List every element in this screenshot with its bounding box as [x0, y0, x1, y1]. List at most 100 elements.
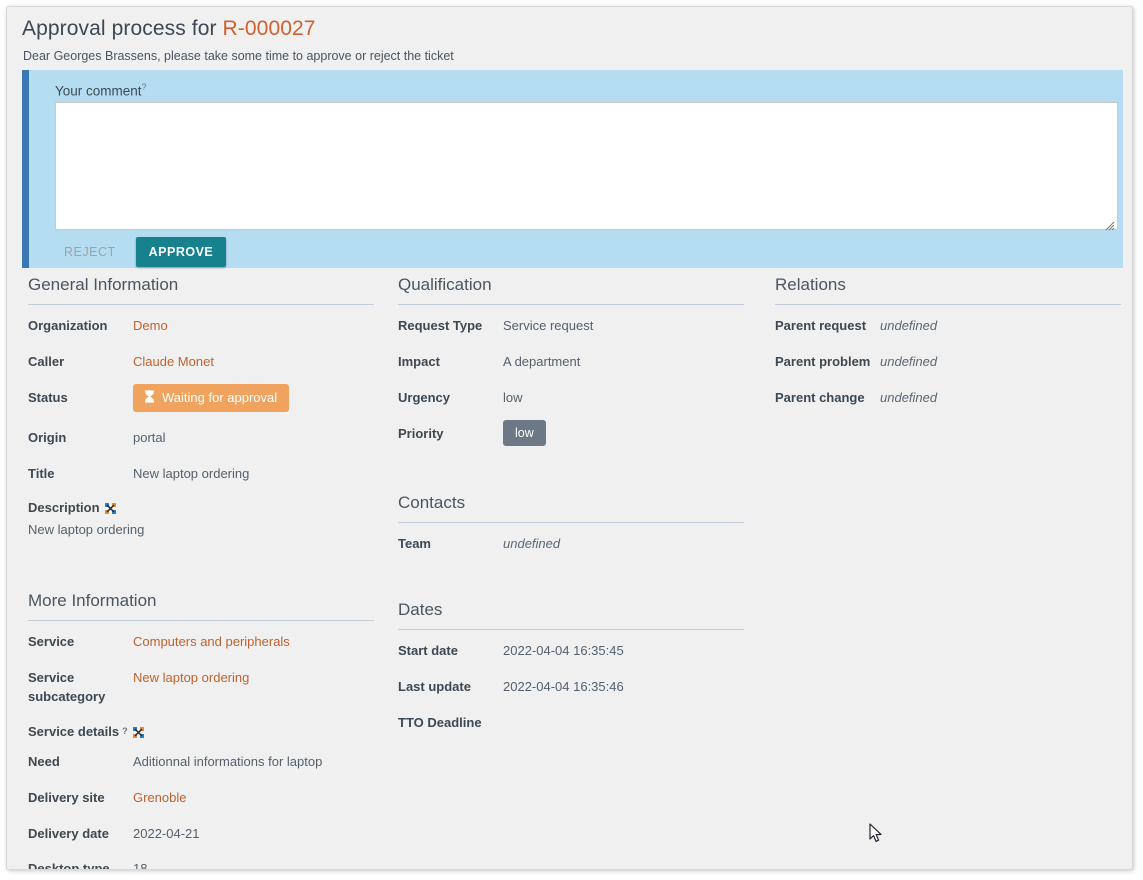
field-label: Delivery date	[28, 825, 133, 844]
service-details-header: Service details?	[22, 724, 374, 739]
field-label: Caller	[28, 353, 133, 372]
field-label: Desktop type	[28, 860, 133, 870]
field-value-caller[interactable]: Claude Monet	[133, 353, 214, 372]
qualification-section: Qualification Request Type Service reque…	[392, 275, 744, 446]
field-label: Delivery site	[28, 789, 133, 808]
field-desktop-type: Desktop type 18	[22, 860, 374, 870]
field-title: Title New laptop ordering	[22, 465, 374, 484]
field-label: Status	[28, 389, 133, 408]
field-label: Need	[28, 753, 133, 772]
service-details-label: Service details?	[28, 724, 374, 739]
field-value-title: New laptop ordering	[133, 465, 249, 484]
field-value-organization[interactable]: Demo	[133, 317, 168, 336]
field-value-start-date: 2022-04-04 16:35:45	[503, 642, 624, 661]
field-service-subcategory: Service subcategory New laptop ordering	[22, 669, 374, 707]
field-status: Status Waiting for approval	[22, 389, 374, 412]
dates-section: Dates Start date 2022-04-04 16:35:45 Las…	[392, 600, 744, 733]
field-request-type: Request Type Service request	[392, 317, 744, 336]
field-value-parent-problem: undefined	[880, 353, 937, 372]
field-tto-deadline: TTO Deadline	[392, 714, 744, 733]
field-value-parent-request: undefined	[880, 317, 937, 336]
comment-input[interactable]	[55, 102, 1118, 230]
section-divider	[398, 629, 744, 630]
page-subtitle: Dear Georges Brassens, please take some …	[23, 49, 454, 63]
field-value-impact: A department	[503, 353, 580, 372]
help-icon[interactable]: ?	[122, 726, 128, 736]
field-label: Parent change	[775, 389, 880, 408]
general-information-section: General Information Organization Demo Ca…	[22, 275, 374, 537]
field-label: Title	[28, 465, 133, 484]
contacts-section: Contacts Team undefined	[392, 493, 744, 554]
comment-label-text: Your comment	[55, 84, 142, 99]
field-label: Priority	[398, 425, 503, 444]
field-label: Origin	[28, 429, 133, 448]
hourglass-icon	[144, 390, 155, 406]
field-parent-problem: Parent problem undefined	[769, 353, 1121, 372]
priority-badge: low	[503, 420, 546, 446]
field-value-desktop-type: 18	[133, 860, 147, 870]
help-icon[interactable]: ?	[142, 82, 147, 92]
section-divider	[398, 522, 744, 523]
field-label: Parent problem	[775, 353, 880, 372]
more-information-section: More Information Service Computers and p…	[22, 591, 374, 870]
field-label: Urgency	[398, 389, 503, 408]
collapse-icon[interactable]	[105, 502, 116, 513]
page-frame: Approval process for R-000027 Dear Georg…	[6, 6, 1133, 870]
field-value-parent-change: undefined	[880, 389, 937, 408]
field-value-last-update: 2022-04-04 16:35:46	[503, 678, 624, 697]
section-divider	[775, 304, 1121, 305]
field-label: Service subcategory	[28, 669, 133, 707]
dates-title: Dates	[392, 600, 744, 629]
description-label: Description	[28, 500, 374, 515]
approval-comment-panel: Your comment? REJECT APPROVE	[22, 70, 1123, 268]
field-value-urgency: low	[503, 389, 523, 408]
field-label: Service	[28, 633, 133, 652]
field-origin: Origin portal	[22, 429, 374, 448]
field-label: TTO Deadline	[398, 714, 503, 733]
field-label: Request Type	[398, 317, 503, 336]
field-label: Last update	[398, 678, 503, 697]
field-value-delivery-date: 2022-04-21	[133, 825, 200, 844]
reject-button[interactable]: REJECT	[55, 238, 125, 266]
field-delivery-date: Delivery date 2022-04-21	[22, 825, 374, 844]
field-value-request-type: Service request	[503, 317, 593, 336]
field-label: Start date	[398, 642, 503, 661]
field-start-date: Start date 2022-04-04 16:35:45	[392, 642, 744, 661]
contacts-title: Contacts	[392, 493, 744, 522]
field-parent-change: Parent change undefined	[769, 389, 1121, 408]
page-title-prefix: Approval process for	[22, 17, 217, 40]
field-last-update: Last update 2022-04-04 16:35:46	[392, 678, 744, 697]
field-delivery-site: Delivery site Grenoble	[22, 789, 374, 808]
field-organization: Organization Demo	[22, 317, 374, 336]
field-priority: Priority low	[392, 425, 744, 446]
page-title: Approval process for R-000027	[22, 17, 316, 41]
approve-button[interactable]: APPROVE	[136, 237, 227, 267]
ticket-reference[interactable]: R-000027	[223, 17, 316, 40]
field-need: Need Aditionnal informations for laptop	[22, 753, 374, 772]
status-badge: Waiting for approval	[133, 384, 289, 412]
general-information-title: General Information	[22, 275, 374, 304]
relations-title: Relations	[769, 275, 1121, 304]
field-label: Impact	[398, 353, 503, 372]
description-label-text: Description	[28, 500, 100, 515]
field-caller: Caller Claude Monet	[22, 353, 374, 372]
relations-section: Relations Parent request undefined Paren…	[769, 275, 1121, 408]
status-badge-label: Waiting for approval	[162, 390, 277, 405]
field-label: Parent request	[775, 317, 880, 336]
service-details-label-text: Service details	[28, 724, 119, 739]
field-value-delivery-site[interactable]: Grenoble	[133, 789, 186, 808]
field-value-service-subcategory[interactable]: New laptop ordering	[133, 669, 249, 688]
collapse-icon[interactable]	[133, 726, 144, 737]
field-urgency: Urgency low	[392, 389, 744, 408]
more-information-title: More Information	[22, 591, 374, 620]
field-value-need: Aditionnal informations for laptop	[133, 753, 322, 772]
field-service: Service Computers and peripherals	[22, 633, 374, 652]
section-divider	[28, 304, 374, 305]
mouse-cursor-icon	[869, 823, 885, 845]
section-divider	[28, 620, 374, 621]
field-value-service[interactable]: Computers and peripherals	[133, 633, 290, 652]
comment-label: Your comment?	[55, 82, 147, 99]
section-divider	[398, 304, 744, 305]
field-value-team: undefined	[503, 535, 560, 554]
field-team: Team undefined	[392, 535, 744, 554]
